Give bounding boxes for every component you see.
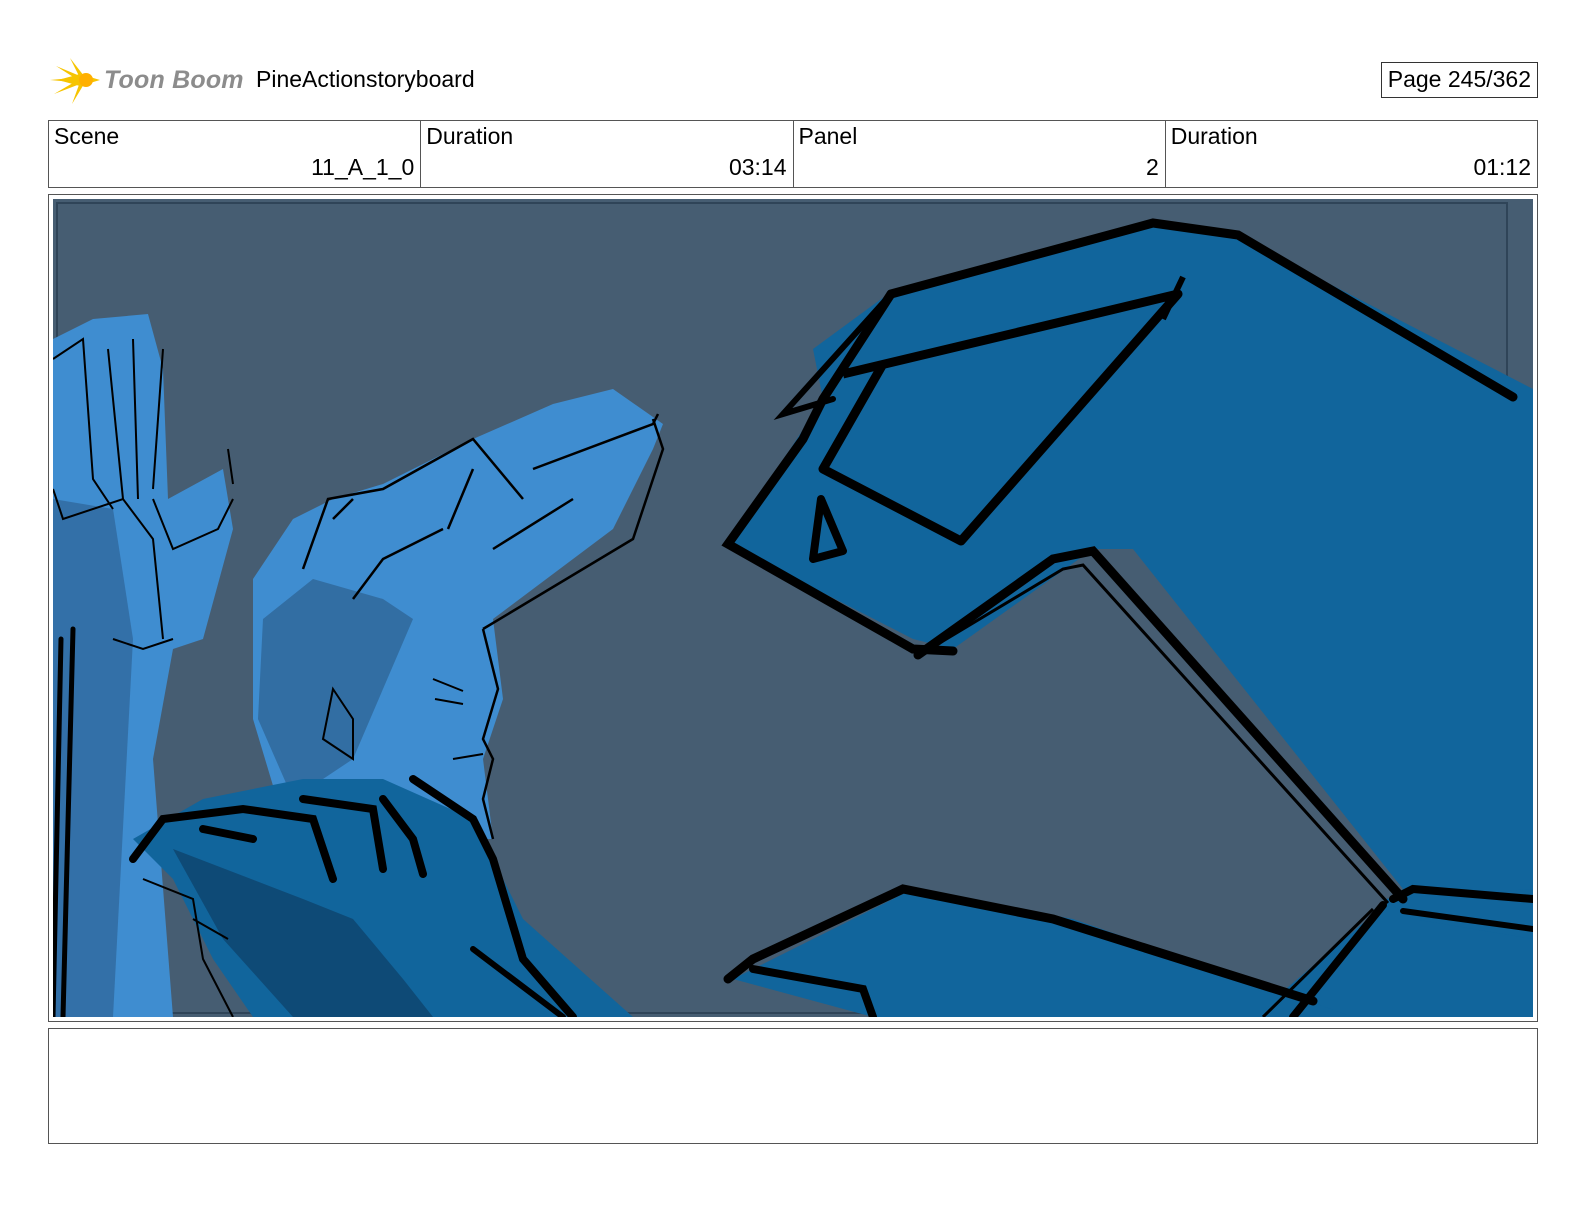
panel-cell: Panel 2 [792, 121, 1165, 187]
scene-cell: Scene 11_A_1_0 [49, 121, 420, 187]
toon-boom-logo: Toon Boom [50, 56, 250, 106]
scene-label: Scene [54, 123, 120, 149]
scene-duration-value: 03:14 [728, 154, 787, 180]
page-number: Page 245/362 [1380, 62, 1538, 98]
panel-duration-value: 01:12 [1473, 154, 1531, 180]
panel-artwork [53, 199, 1533, 1017]
scene-duration-cell: Duration 03:14 [420, 121, 792, 187]
panel-label: Panel [798, 123, 858, 149]
panel-value: 2 [1145, 154, 1159, 180]
storyboard-panel [48, 194, 1538, 1022]
project-title: PineActionstoryboard [256, 66, 475, 92]
scene-duration-label: Duration [426, 123, 514, 149]
scene-value: 11_A_1_0 [311, 154, 415, 180]
scene-info-table: Scene 11_A_1_0 Duration 03:14 Panel 2 Du… [48, 120, 1538, 188]
logo-text: Toon Boom [104, 66, 244, 94]
panel-duration-label: Duration [1170, 123, 1258, 149]
page-header: Toon Boom PineActionstoryboard Page 245/… [50, 54, 1538, 108]
panel-notes-box [48, 1028, 1538, 1144]
sketch-illustration [53, 199, 1533, 1017]
sun-burst-icon [50, 58, 100, 104]
panel-duration-cell: Duration 01:12 [1164, 121, 1537, 187]
